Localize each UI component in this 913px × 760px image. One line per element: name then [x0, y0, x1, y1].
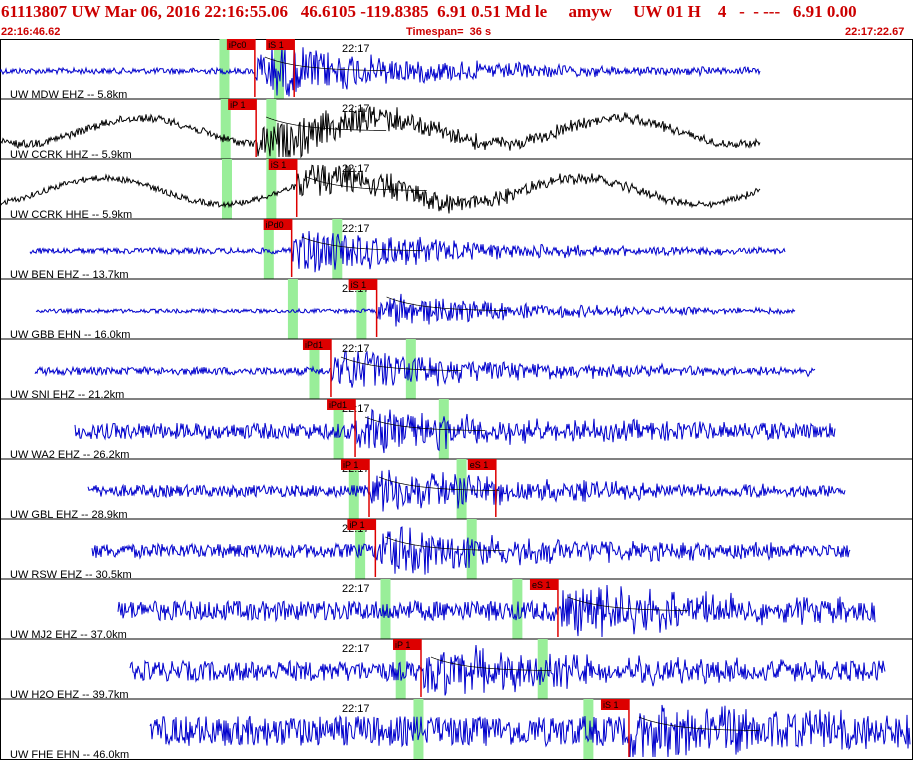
timing-window	[287, 279, 298, 339]
pick-label: iPc0	[229, 40, 247, 50]
pick-label: iP 1	[343, 460, 358, 470]
pick-label: iPd0	[266, 220, 284, 230]
minute-label: 22:17	[342, 643, 370, 655]
pick-label: iP 1	[395, 640, 410, 650]
minute-label: 22:17	[342, 223, 370, 235]
pick-label: iP 1	[349, 520, 364, 530]
start-time: 22:16:46.62	[1, 26, 61, 38]
pick-label: iPd1	[305, 340, 323, 350]
event-title: 61113807 UW Mar 06, 2016 22:16:55.06 46.…	[1, 2, 857, 21]
header: 61113807 UW Mar 06, 2016 22:16:55.06 46.…	[0, 0, 913, 40]
timing-window	[380, 579, 391, 639]
waveform-trace	[35, 293, 796, 327]
minute-label: 22:17	[342, 343, 370, 355]
pick-label: iS 1	[268, 40, 284, 50]
minute-label: 22:17	[342, 43, 370, 55]
waveform-trace	[149, 704, 911, 758]
pick-label: eS 1	[470, 460, 489, 470]
waveform-trace	[129, 644, 886, 696]
timespan: Timespan= 36 s	[406, 26, 492, 38]
pick-label: eS 1	[532, 580, 551, 590]
seismogram-plot: 22:17iPc0 iS 1UW MDW EHZ -- 5.8km22:17iP …	[0, 39, 913, 760]
pick-label: iS 1	[351, 280, 367, 290]
pick-label: iPd1	[329, 400, 347, 410]
timing-window	[266, 99, 277, 159]
pick-label: iS 1	[603, 700, 619, 710]
end-time: 22:17:22.67	[845, 26, 905, 38]
waveform-trace	[74, 408, 836, 454]
coda-curve	[378, 476, 500, 491]
coda-curve	[385, 536, 506, 551]
waveform-trace	[29, 231, 786, 273]
pick-label: iS 1	[271, 160, 287, 170]
minute-label: 22:17	[342, 703, 370, 715]
pick-label: iP 1	[230, 100, 245, 110]
timing-window	[221, 159, 232, 219]
timing-window	[537, 639, 548, 699]
waveform-trace	[34, 350, 816, 388]
minute-label: 22:17	[342, 103, 370, 115]
coda-curve	[430, 656, 551, 671]
minute-label: 22:17	[342, 163, 370, 175]
station-label: UW FHE EHN -- 46.0km	[10, 749, 129, 760]
waveform-trace	[117, 584, 876, 638]
timing-window	[438, 399, 449, 459]
minute-label: 22:17	[342, 583, 370, 595]
